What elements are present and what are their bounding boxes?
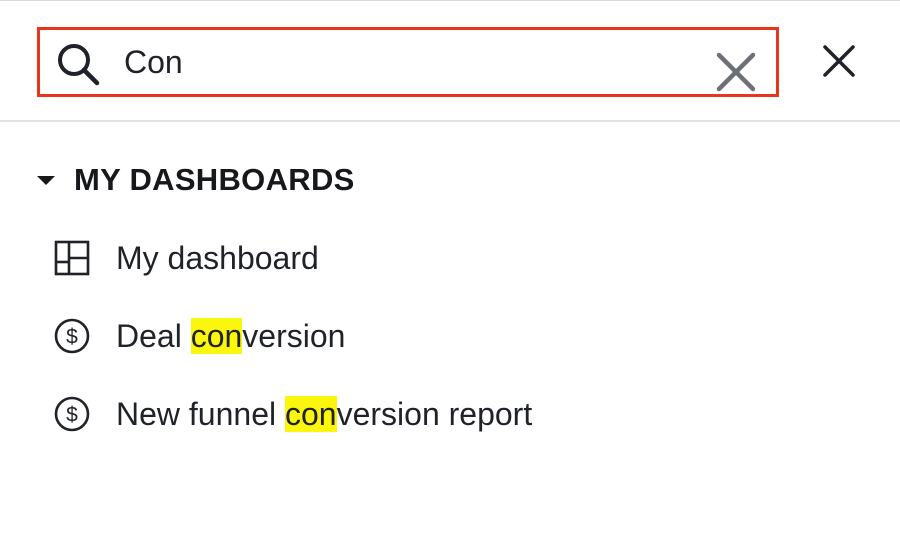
caret-down-icon — [37, 176, 55, 185]
section-title: MY DASHBOARDS — [74, 162, 355, 197]
search-box[interactable] — [37, 27, 779, 97]
dollar-circle-icon: $ — [54, 396, 90, 432]
svg-text:$: $ — [66, 404, 78, 427]
dashboard-grid-icon — [54, 240, 90, 276]
clear-search-icon[interactable] — [716, 52, 756, 92]
dashboard-item-deal-conversion[interactable]: $ Deal conversion — [52, 314, 345, 358]
dollar-circle-icon: $ — [54, 318, 90, 354]
search-input[interactable] — [124, 40, 684, 84]
item-label: Deal conversion — [116, 317, 346, 354]
dashboard-item-new-funnel-conversion-report[interactable]: $ New funnel conversion report — [52, 392, 532, 436]
item-label: My dashboard — [116, 239, 319, 276]
search-icon — [58, 44, 100, 86]
svg-text:$: $ — [66, 326, 78, 349]
section-toggle-my-dashboards[interactable]: MY DASHBOARDS — [36, 160, 355, 200]
dashboard-item-my-dashboard[interactable]: My dashboard — [52, 236, 319, 280]
match-highlight: con — [284, 395, 337, 432]
match-highlight: con — [190, 317, 243, 354]
item-label: New funnel conversion report — [116, 395, 533, 432]
search-bar — [0, 0, 900, 122]
close-icon[interactable] — [822, 44, 856, 78]
